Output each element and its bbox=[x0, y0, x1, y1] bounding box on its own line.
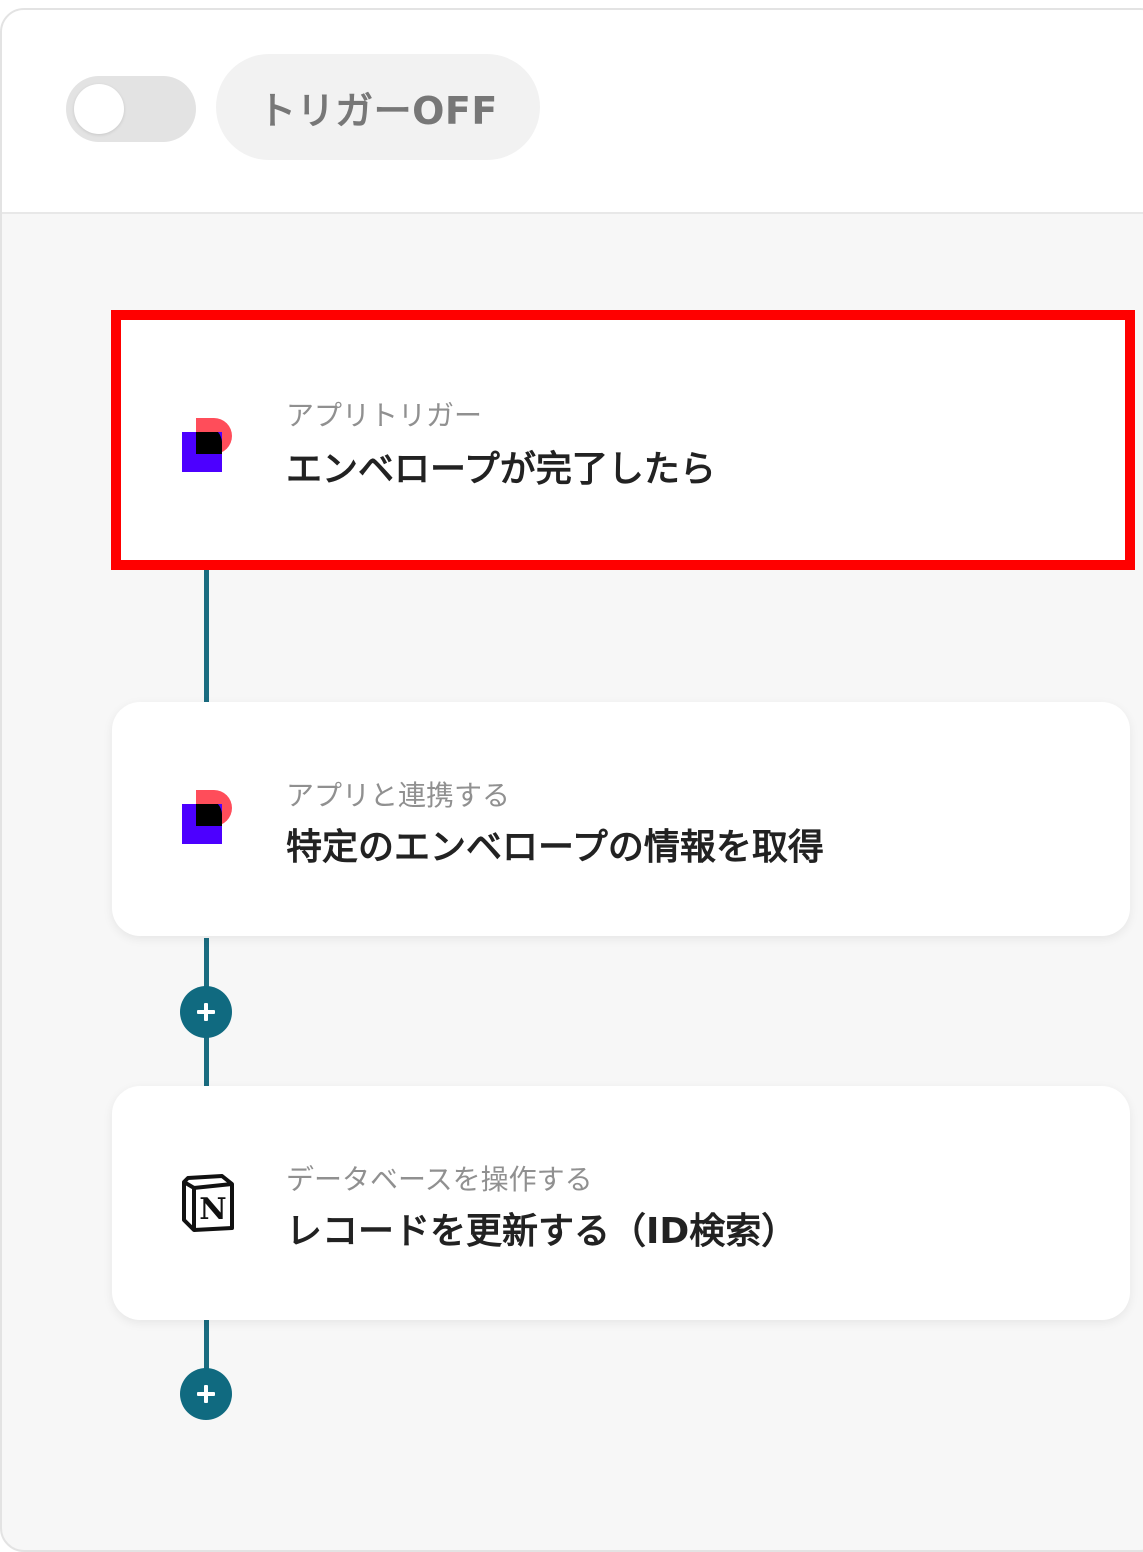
step-title: レコードを更新する（ID検索） bbox=[286, 1211, 798, 1252]
plus-icon bbox=[197, 1385, 215, 1403]
flow-step-action[interactable]: アプリと連携する 特定のエンベロープの情報を取得 bbox=[112, 702, 1130, 936]
app-icon bbox=[182, 418, 232, 472]
app-icon bbox=[182, 790, 232, 844]
flow-connector bbox=[204, 558, 209, 704]
svg-text:N: N bbox=[199, 1192, 226, 1227]
step-category: アプリトリガー bbox=[286, 399, 483, 432]
add-step-button[interactable] bbox=[180, 1368, 232, 1420]
step-category: データベースを操作する bbox=[286, 1163, 593, 1196]
toggle-knob bbox=[74, 84, 124, 134]
flow-header: トリガーOFF bbox=[2, 10, 1143, 214]
flow-step-trigger[interactable]: アプリトリガー エンベロープが完了したら bbox=[111, 310, 1135, 570]
trigger-status-badge: トリガーOFF bbox=[216, 54, 540, 160]
flow-step-database[interactable]: N データベースを操作する レコードを更新する（ID検索） bbox=[112, 1086, 1130, 1320]
add-step-button[interactable] bbox=[180, 986, 232, 1038]
plus-icon bbox=[197, 1003, 215, 1021]
step-category: アプリと連携する bbox=[286, 779, 511, 812]
notion-icon: N bbox=[182, 1174, 234, 1232]
step-title: 特定のエンベロープの情報を取得 bbox=[286, 827, 824, 868]
trigger-toggle[interactable] bbox=[66, 76, 196, 142]
step-title: エンベロープが完了したら bbox=[286, 449, 716, 490]
flow-editor-panel: トリガーOFF アプリトリガー エンベロープが完了したら アプリと連携する 特定… bbox=[0, 8, 1143, 1552]
